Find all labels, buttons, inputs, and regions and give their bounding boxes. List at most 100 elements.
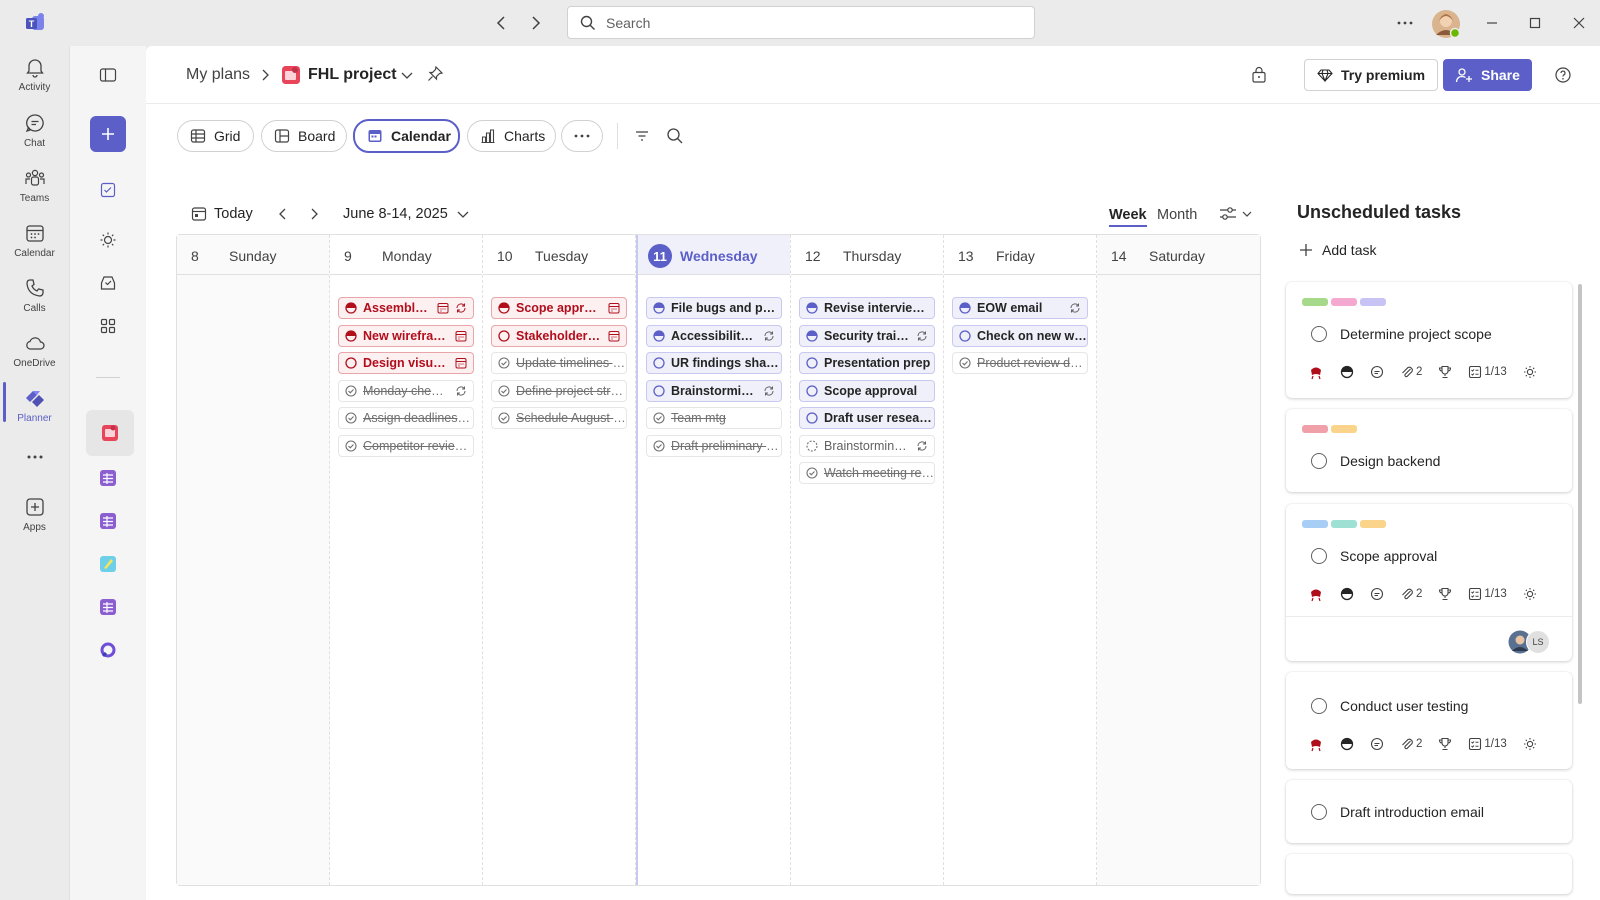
rail-calendar[interactable]: Calendar	[0, 222, 69, 278]
calendar-task[interactable]: Brainstorming...	[646, 379, 782, 402]
task-card[interactable]: Draft introduction email	[1286, 780, 1572, 843]
task-card-partial[interactable]	[1286, 854, 1572, 894]
status-icon[interactable]	[806, 467, 818, 479]
calendar-task[interactable]: Presentation prep	[799, 352, 935, 374]
rail-planner[interactable]: Planner	[0, 387, 69, 443]
calendar-task[interactable]: Brainstorming...	[799, 434, 935, 457]
calendar-task[interactable]: Monday check-...	[338, 379, 474, 402]
new-plan-button[interactable]	[90, 116, 126, 152]
filter-icon[interactable]	[634, 128, 650, 144]
rail-more[interactable]	[0, 450, 69, 480]
status-icon[interactable]	[498, 302, 510, 314]
calendar-task[interactable]: Competitor review...	[338, 434, 474, 457]
status-icon[interactable]	[806, 329, 818, 342]
week-view-toggle[interactable]: Week	[1109, 207, 1147, 227]
calendar-task[interactable]: Draft user researc...	[799, 407, 935, 429]
plan-grid-1[interactable]	[90, 460, 126, 496]
status-icon[interactable]	[653, 439, 665, 452]
calendar-task[interactable]: Schedule August d...	[491, 407, 627, 429]
rail-onedrive[interactable]: OneDrive	[0, 332, 69, 388]
status-icon[interactable]	[653, 357, 665, 369]
status-icon[interactable]	[498, 384, 510, 397]
rail-activity[interactable]: Activity	[0, 56, 69, 112]
status-icon[interactable]	[806, 439, 818, 452]
calendar-task[interactable]: Update timelines f...	[491, 352, 627, 374]
day-column-saturday[interactable]: 14 Saturday	[1097, 235, 1260, 885]
calendar-task[interactable]: UR findings share...	[646, 352, 782, 374]
calendar-task[interactable]: Revise interview s...	[799, 297, 935, 319]
status-icon[interactable]	[345, 439, 357, 452]
complete-checkbox[interactable]	[1311, 698, 1327, 714]
status-icon[interactable]	[806, 412, 818, 424]
next-week-icon[interactable]	[306, 206, 322, 222]
sun-icon[interactable]	[90, 222, 126, 258]
plan-title[interactable]: FHL project	[308, 66, 397, 84]
calendar-task[interactable]: Stakeholder ca...	[491, 324, 627, 347]
forward-arrow-icon[interactable]	[526, 14, 544, 32]
status-icon[interactable]	[806, 357, 818, 369]
status-icon[interactable]	[653, 329, 665, 342]
calendar-task[interactable]: Design visual c...	[338, 352, 474, 374]
day-column-sunday[interactable]: 8 Sunday	[177, 235, 330, 885]
more-options-icon[interactable]	[1396, 14, 1414, 32]
search-tasks-icon[interactable]	[666, 127, 684, 145]
collapse-pane-icon[interactable]	[90, 57, 126, 93]
calendar-task[interactable]: Assemble n...	[338, 297, 474, 319]
calendar-task[interactable]: Define project stru...	[491, 379, 627, 402]
task-card[interactable]: Design backend	[1286, 409, 1572, 492]
calendar-task[interactable]: File bugs and poli...	[646, 297, 782, 319]
date-range[interactable]: June 8-14, 2025	[343, 206, 448, 222]
rail-teams[interactable]: Teams	[0, 167, 69, 223]
status-icon[interactable]	[653, 302, 665, 314]
today-button[interactable]: Today	[214, 206, 253, 222]
date-range-chevron-icon[interactable]	[455, 206, 471, 222]
status-icon[interactable]	[345, 412, 357, 424]
month-view-toggle[interactable]: Month	[1157, 207, 1197, 223]
status-icon[interactable]	[345, 384, 357, 397]
calendar-task[interactable]: Check on new wir...	[952, 324, 1088, 347]
chevron-down-icon[interactable]	[400, 68, 414, 82]
status-icon[interactable]	[498, 329, 510, 342]
status-icon[interactable]	[345, 302, 357, 314]
complete-checkbox[interactable]	[1311, 453, 1327, 469]
settings-sliders-icon[interactable]	[1219, 205, 1253, 223]
calendar-task[interactable]: EOW email	[952, 297, 1088, 319]
assignee-initials[interactable]: LS	[1526, 630, 1550, 654]
grid-apps-icon[interactable]	[90, 308, 126, 344]
tab-board[interactable]: Board	[261, 120, 347, 152]
add-task-button[interactable]: Add task	[1298, 242, 1376, 258]
day-column-wednesday[interactable]: 11 Wednesday File bugs and poli... Accessib…	[636, 235, 791, 885]
status-icon[interactable]	[959, 329, 971, 342]
more-views-button[interactable]	[561, 120, 603, 152]
task-card[interactable]: Determine project scope 2 1/13	[1286, 282, 1572, 398]
plan-loop[interactable]	[90, 632, 126, 668]
status-icon[interactable]	[498, 357, 510, 369]
scrollbar[interactable]	[1578, 284, 1582, 704]
task-card[interactable]: Conduct user testing 2 1/13	[1286, 672, 1572, 769]
search-input[interactable]: Search	[567, 6, 1035, 39]
back-arrow-icon[interactable]	[493, 14, 511, 32]
status-icon[interactable]	[806, 384, 818, 397]
calendar-task[interactable]: Scope approval	[799, 379, 935, 402]
rail-calls[interactable]: Calls	[0, 277, 69, 333]
help-icon[interactable]	[1554, 66, 1572, 84]
calendar-task[interactable]: New wirefram...	[338, 324, 474, 347]
day-column-monday[interactable]: 9 Monday Assemble n... New wirefram... Desig…	[330, 235, 483, 885]
share-button[interactable]: Share	[1443, 59, 1532, 91]
day-column-friday[interactable]: 13 Friday EOW email Check on new wir... Prod…	[944, 235, 1097, 885]
previous-week-icon[interactable]	[275, 206, 291, 222]
plan-sticky[interactable]	[90, 546, 126, 582]
status-icon[interactable]	[806, 302, 818, 314]
complete-checkbox[interactable]	[1311, 804, 1327, 820]
status-icon[interactable]	[345, 329, 357, 342]
calendar-task[interactable]: Assign deadlines a...	[338, 407, 474, 429]
plan-fhl-project[interactable]	[86, 410, 134, 456]
maximize-icon[interactable]	[1526, 14, 1544, 32]
calendar-task[interactable]: Product review deck	[952, 352, 1088, 374]
rail-chat[interactable]: Chat	[0, 112, 69, 168]
breadcrumb-my-plans[interactable]: My plans	[186, 66, 250, 84]
pin-icon[interactable]	[426, 65, 444, 83]
status-icon[interactable]	[345, 357, 357, 369]
inbox-icon[interactable]	[90, 265, 126, 301]
task-card[interactable]: Scope approval 2 1/13 LS	[1286, 504, 1572, 661]
